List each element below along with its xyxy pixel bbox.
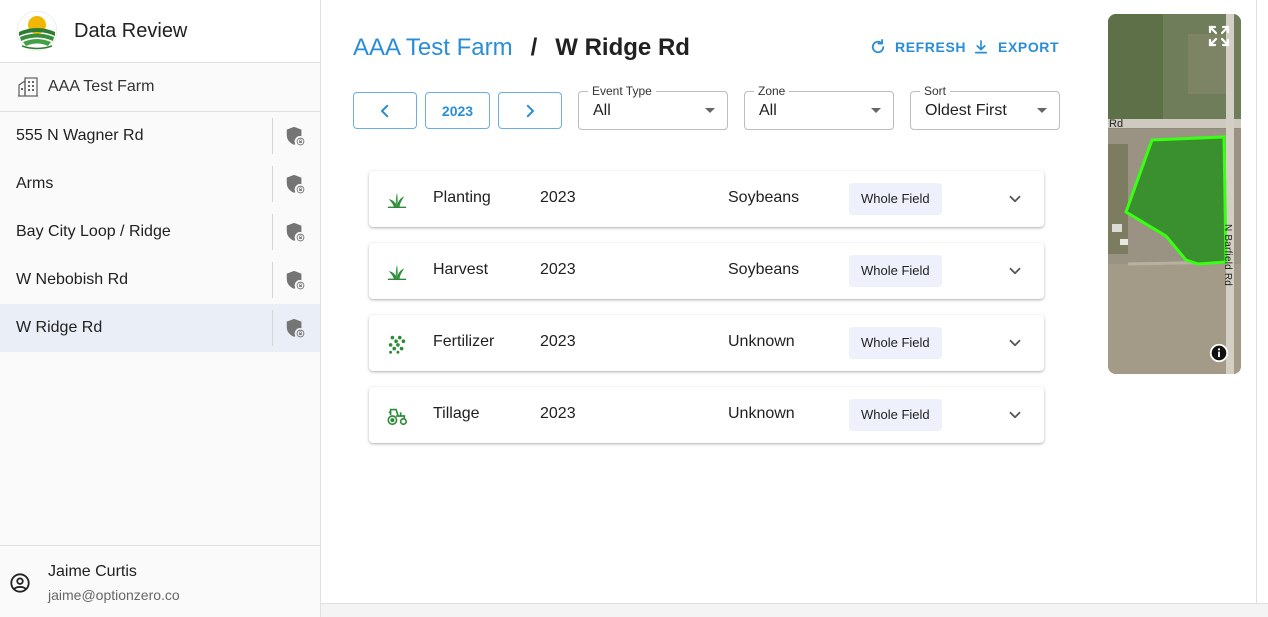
chevron-down-icon[interactable] — [1006, 334, 1024, 352]
chevron-left-icon — [381, 104, 389, 117]
sidebar-item-label: Arms — [16, 175, 54, 192]
event-type-select[interactable]: Event Type All — [578, 84, 728, 130]
event-card-tillage[interactable]: Tillage 2023 Unknown Whole Field — [369, 387, 1044, 443]
divider — [272, 214, 273, 250]
user-profile[interactable]: Jaime Curtis jaime@optionzero.co — [0, 545, 320, 617]
export-button[interactable]: EXPORT — [972, 38, 1059, 56]
sidebar-item-w-nebobish-rd[interactable]: W Nebobish Rd — [0, 256, 320, 304]
sidebar-farm-label: AAA Test Farm — [48, 78, 155, 95]
event-card-fertilizer[interactable]: Fertilizer 2023 Unknown Whole Field — [369, 315, 1044, 371]
chevron-down-icon[interactable] — [1006, 262, 1024, 280]
chevron-down-icon[interactable] — [1006, 190, 1024, 208]
main-right-border — [1256, 0, 1257, 603]
tractor-icon — [387, 408, 407, 426]
granules-icon — [388, 335, 406, 354]
sort-label: Sort — [920, 84, 951, 98]
event-year: 2023 — [540, 333, 576, 350]
sort-value: Oldest First — [925, 102, 1007, 119]
event-year: 2023 — [540, 405, 576, 422]
event-year: 2023 — [540, 189, 576, 206]
event-type: Planting — [433, 189, 491, 206]
export-label: EXPORT — [998, 39, 1060, 55]
event-crop: Unknown — [728, 333, 795, 350]
app-title: Data Review — [74, 19, 188, 42]
event-card-planting[interactable]: Planting 2023 Soybeans Whole Field — [369, 171, 1044, 227]
info-icon[interactable] — [1208, 342, 1230, 364]
divider — [272, 166, 273, 202]
refresh-button[interactable]: REFRESH — [869, 38, 966, 56]
event-type: Tillage — [433, 405, 480, 422]
brand-header: Data Review — [0, 0, 320, 63]
shield-lock-icon[interactable] — [284, 317, 306, 339]
field-list: 555 N Wagner Rd Arms Bay City Loop / Rid… — [0, 112, 320, 352]
event-year: 2023 — [540, 261, 576, 278]
fullscreen-icon[interactable] — [1207, 24, 1231, 48]
page-title: W Ridge Rd — [555, 34, 690, 61]
year-button[interactable]: 2023 — [425, 92, 490, 129]
user-name: Jaime Curtis — [48, 563, 137, 580]
chevron-right-icon — [526, 104, 534, 117]
map-road-label-vertical: N Barfield Rd — [1222, 224, 1233, 287]
sidebar-item-bay-city-loop-ridge[interactable]: Bay City Loop / Ridge — [0, 208, 320, 256]
divider — [272, 310, 273, 346]
sidebar-item-label: W Nebobish Rd — [16, 271, 129, 288]
sidebar-item-label: Bay City Loop / Ridge — [16, 223, 171, 240]
refresh-icon — [871, 38, 885, 54]
building-icon — [18, 77, 38, 97]
event-crop: Unknown — [728, 405, 795, 422]
sprout-icon — [387, 264, 407, 281]
shield-lock-icon[interactable] — [284, 221, 306, 243]
event-type-value: All — [593, 102, 611, 119]
event-type: Harvest — [433, 261, 489, 278]
sidebar-item-w-ridge-rd[interactable]: W Ridge Rd — [0, 304, 320, 352]
previous-year-button[interactable] — [353, 92, 417, 129]
caret-down-icon — [705, 108, 715, 113]
shield-lock-icon[interactable] — [284, 173, 306, 195]
zone-select[interactable]: Zone All — [744, 84, 894, 130]
sidebar-farm-item[interactable]: AAA Test Farm — [0, 63, 320, 112]
account-circle-icon — [10, 573, 30, 593]
zone-chip: Whole Field — [849, 327, 942, 359]
footer-strip — [321, 603, 1268, 617]
zone-value: All — [759, 102, 777, 119]
next-year-button[interactable] — [498, 92, 562, 129]
zone-label: Zone — [754, 84, 790, 98]
sidebar-item-arms[interactable]: Arms — [0, 160, 320, 208]
sidebar-item-555-n-wagner-rd[interactable]: 555 N Wagner Rd — [0, 112, 320, 160]
zone-chip: Whole Field — [849, 399, 942, 431]
map-road-label: Rd — [1109, 118, 1124, 130]
sort-select[interactable]: Sort Oldest First — [910, 84, 1060, 130]
chevron-down-icon[interactable] — [1006, 406, 1024, 424]
breadcrumb-separator: / — [530, 34, 538, 61]
refresh-label: REFRESH — [895, 39, 967, 55]
satellite-map-image — [1108, 14, 1241, 374]
caret-down-icon — [1037, 108, 1047, 113]
event-type: Fertilizer — [433, 333, 495, 350]
zone-chip: Whole Field — [849, 183, 942, 215]
caret-down-icon — [871, 108, 881, 113]
sidebar-item-label: W Ridge Rd — [16, 319, 103, 336]
shield-lock-icon[interactable] — [284, 125, 306, 147]
zone-chip: Whole Field — [849, 255, 942, 287]
user-email: jaime@optionzero.co — [48, 587, 180, 603]
event-crop: Soybeans — [728, 261, 800, 278]
shield-lock-icon[interactable] — [284, 269, 306, 291]
sidebar-item-label: 555 N Wagner Rd — [16, 127, 144, 144]
download-icon — [974, 40, 988, 54]
event-type-label: Event Type — [588, 84, 656, 98]
breadcrumb-farm-link[interactable]: AAA Test Farm — [353, 34, 513, 62]
field-map[interactable]: Rd N Barfield Rd — [1108, 14, 1241, 374]
sidebar: Data Review AAA Test Farm 555 N Wagner R… — [0, 0, 321, 617]
divider — [272, 262, 273, 298]
event-card-harvest[interactable]: Harvest 2023 Soybeans Whole Field — [369, 243, 1044, 299]
carbon-fields-logo-icon — [16, 10, 58, 52]
sprout-icon — [387, 192, 407, 209]
event-crop: Soybeans — [728, 189, 800, 206]
divider — [272, 118, 273, 154]
breadcrumb: AAA Test Farm / W Ridge Rd — [353, 34, 690, 62]
